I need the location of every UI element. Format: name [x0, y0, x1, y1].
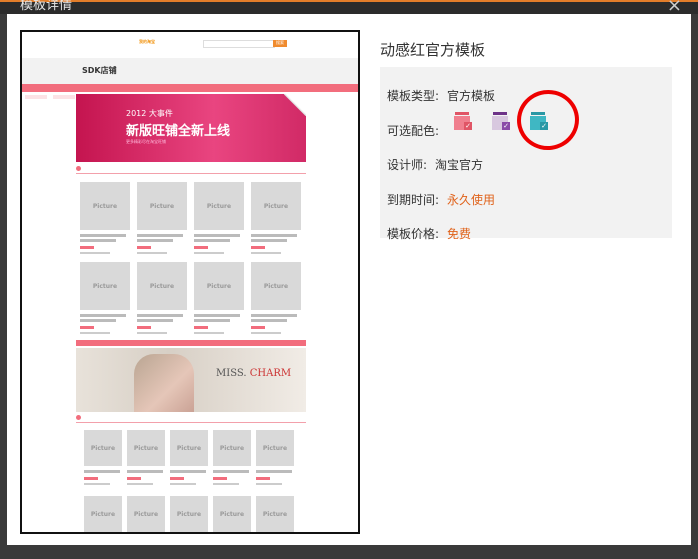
field-label: 模板价格:	[387, 227, 440, 241]
product-image-placeholder: Picture	[213, 430, 251, 466]
field-label: 设计师:	[387, 158, 428, 172]
designer-row: 设计师: 淘宝官方	[387, 156, 483, 173]
product-image-placeholder: Picture	[127, 496, 165, 532]
preview-page-curl	[284, 94, 306, 116]
preview-section-heading	[76, 414, 306, 423]
preview-banner-sub: 更多精彩尽在淘宝旺铺	[126, 139, 166, 144]
product-image-placeholder: Picture	[213, 496, 251, 532]
preview-nav	[22, 84, 358, 99]
preview-filter-bar	[76, 340, 306, 346]
product-image-placeholder: Picture	[256, 430, 294, 466]
field-label: 模板类型:	[387, 89, 440, 103]
window-bottom-bar	[0, 545, 698, 559]
preview-topbar: 我的淘宝 搜索	[22, 32, 358, 58]
preview-section-heading	[76, 165, 306, 174]
close-icon[interactable]: ×	[667, 0, 682, 15]
price-value: 免费	[447, 227, 472, 241]
designer-value: 淘宝官方	[435, 158, 484, 172]
template-name: 动感红官方模板	[380, 41, 486, 59]
field-label: 可选配色:	[387, 124, 440, 138]
color-swatch-pink[interactable]: ✓	[452, 112, 472, 130]
preview-banner-2: MISS. CHARM	[76, 348, 306, 412]
preview-banner-year: 2012 大事件	[126, 109, 173, 118]
template-type-value: 官方模板	[447, 89, 496, 103]
preview-banner-title: 新版旺铺全新上线	[126, 124, 231, 139]
product-image-placeholder: Picture	[170, 496, 208, 532]
color-swatch-purple[interactable]: ✓	[490, 112, 510, 130]
check-icon: ✓	[464, 122, 472, 130]
titlebar-accent-line	[0, 0, 698, 2]
product-image-placeholder: Picture	[251, 182, 301, 230]
check-icon: ✓	[502, 122, 510, 130]
preview-logo: 我的淘宝	[139, 39, 155, 44]
product-image-placeholder: Picture	[256, 496, 294, 532]
template-preview: 我的淘宝 搜索 SDK店铺 2012 大事件 新版旺铺全新上线 更多精彩尽在淘宝…	[20, 30, 360, 534]
window-titlebar: 模板详情 ×	[0, 0, 698, 15]
product-image-placeholder: Picture	[137, 262, 187, 310]
product-image-placeholder: Picture	[194, 262, 244, 310]
template-info-panel: 模板类型: 官方模板 可选配色: ✓ ✓ ✓ 设计师: 淘宝官方 到期时间: 永久使用…	[380, 67, 672, 241]
preview-banner-2-text: MISS. CHARM	[216, 368, 292, 379]
price-row: 模板价格: 免费	[387, 225, 471, 242]
product-image-placeholder: Picture	[80, 182, 130, 230]
color-options-row: 可选配色:	[387, 122, 439, 139]
expiry-value: 永久使用	[447, 193, 496, 207]
template-detail-dialog: 我的淘宝 搜索 SDK店铺 2012 大事件 新版旺铺全新上线 更多精彩尽在淘宝…	[7, 14, 691, 545]
preview-banner-figure	[134, 354, 194, 412]
product-image-placeholder: Picture	[127, 430, 165, 466]
product-image-placeholder: Picture	[194, 182, 244, 230]
product-image-placeholder: Picture	[170, 430, 208, 466]
product-image-placeholder: Picture	[80, 262, 130, 310]
field-label: 到期时间:	[387, 193, 440, 207]
preview-shop-name: SDK店铺	[82, 66, 117, 75]
preview-search-input	[203, 40, 275, 48]
window-title: 模板详情	[20, 0, 73, 13]
preview-search-button: 搜索	[273, 40, 287, 47]
product-image-placeholder: Picture	[84, 496, 122, 532]
preview-banner: 2012 大事件 新版旺铺全新上线 更多精彩尽在淘宝旺铺	[76, 94, 306, 162]
product-image-placeholder: Picture	[137, 182, 187, 230]
expiry-row: 到期时间: 永久使用	[387, 191, 495, 208]
product-image-placeholder: Picture	[251, 262, 301, 310]
product-image-placeholder: Picture	[84, 430, 122, 466]
preview-shop-header: SDK店铺	[22, 58, 358, 84]
template-type-row: 模板类型: 官方模板	[387, 87, 495, 104]
